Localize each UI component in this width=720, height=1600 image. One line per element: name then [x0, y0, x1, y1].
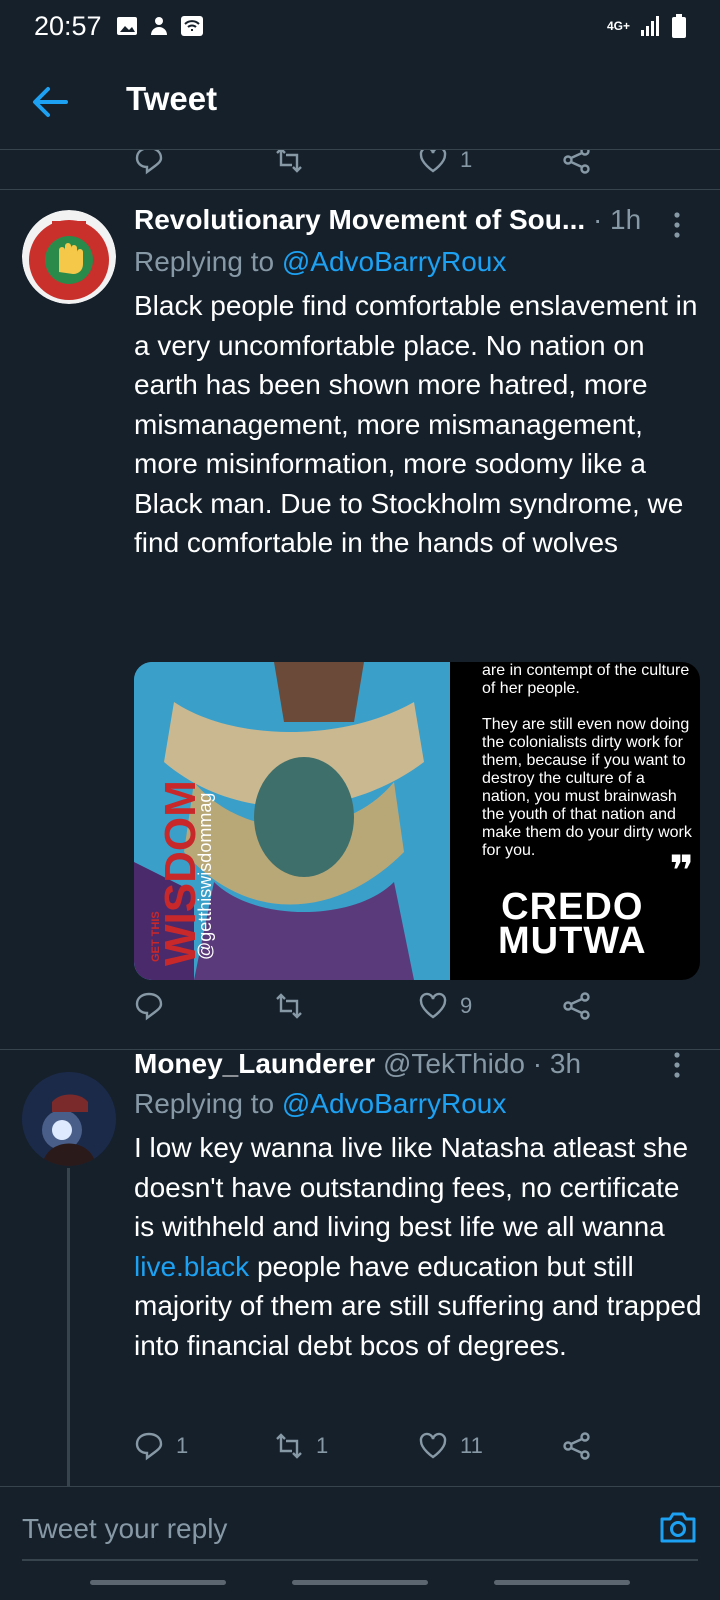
like-button[interactable]: 11	[418, 1431, 483, 1461]
nav-recents[interactable]	[90, 1580, 226, 1585]
tweet[interactable]: Revolutionary Movement of Sou... · 1h Re…	[0, 190, 720, 1050]
more-options-icon[interactable]	[672, 1052, 682, 1078]
thread-line	[67, 1168, 70, 1486]
back-arrow-icon[interactable]	[30, 82, 70, 122]
retweet-icon	[276, 993, 302, 1019]
like-button[interactable]: 1	[418, 146, 472, 175]
image-quote-panel: are in contempt of the culture of her pe…	[450, 662, 700, 980]
tweet-time: · 1h	[592, 204, 642, 235]
reply-count: 1	[176, 1433, 189, 1458]
tweet-link[interactable]: live.black	[134, 1251, 249, 1282]
share-icon	[563, 992, 590, 1020]
signal-icon	[641, 16, 659, 36]
rms-logo-icon	[22, 210, 116, 304]
share-button[interactable]	[562, 1431, 592, 1461]
retweet-icon	[276, 1433, 302, 1459]
quote-body: They are still even now doing the coloni…	[482, 716, 692, 859]
reply-icon	[135, 992, 163, 1021]
system-nav-bar	[0, 1572, 720, 1592]
tweet-time: · 3h	[532, 1048, 582, 1079]
like-count: 9	[460, 993, 473, 1018]
author-name[interactable]: Revolutionary Movement of Sou...	[134, 204, 585, 235]
like-count: 11	[460, 1433, 483, 1458]
quote-mark: ❞	[669, 847, 694, 894]
heart-icon	[419, 992, 447, 1019]
nav-home[interactable]	[292, 1580, 428, 1585]
app-bar: Tweet	[0, 52, 720, 150]
tweet-text: Black people find comfortable enslavemen…	[134, 290, 698, 558]
battery-icon	[672, 14, 686, 38]
heart-icon	[419, 1432, 447, 1459]
camera-icon[interactable]	[658, 1507, 698, 1547]
author-line-1: CREDO	[501, 886, 644, 928]
reply-icon	[135, 1432, 163, 1461]
retweet-button[interactable]	[274, 991, 304, 1021]
retweet-count: 1	[316, 1433, 329, 1458]
replying-label: Replying to	[134, 1088, 275, 1119]
network-type: 4G+	[606, 19, 630, 33]
status-time: 20:57	[34, 10, 102, 41]
quote-top: are in contempt of the culture of her pe…	[482, 662, 690, 697]
tweet-text: I low key wanna live like Natasha atleas…	[134, 1128, 704, 1365]
retweet-button[interactable]: 1	[274, 1431, 328, 1461]
tweet-text-part: I low key wanna live like Natasha atleas…	[134, 1132, 689, 1242]
brand-handle: @getthiswisdommag	[195, 792, 215, 960]
share-icon	[563, 146, 590, 174]
reply-composer	[0, 1486, 720, 1600]
page-title: Tweet	[126, 80, 218, 117]
avatar[interactable]	[22, 1072, 116, 1166]
replying-to-handle[interactable]: @AdvoBarryRoux	[282, 1088, 507, 1119]
gallery-icon	[116, 17, 137, 35]
tweet-image[interactable]: GET THIS WISDOM @getthiswisdommag are in…	[134, 662, 700, 980]
reply-button[interactable]: 1	[134, 1431, 188, 1461]
person-icon	[150, 17, 167, 35]
wifi-icon	[180, 16, 203, 36]
author-line-2: MUTWA	[498, 920, 647, 962]
like-button[interactable]: 9	[418, 991, 472, 1021]
previous-tweet-actions: 1	[0, 146, 720, 190]
retweet-icon	[276, 147, 302, 173]
share-button[interactable]	[562, 146, 592, 175]
like-count: 1	[460, 147, 473, 172]
share-icon	[563, 1432, 590, 1460]
reply-input[interactable]	[22, 1499, 698, 1561]
reply-icon	[135, 146, 163, 175]
share-button[interactable]	[562, 991, 592, 1021]
tweet[interactable]: Money_Launderer @TekThido · 3h Replying …	[0, 1048, 720, 1486]
more-options-icon[interactable]	[672, 212, 682, 238]
reply-button[interactable]	[134, 991, 164, 1021]
author-handle[interactable]: @TekThido	[383, 1048, 525, 1079]
quote-author: CREDO MUTWA	[498, 886, 647, 962]
reply-button[interactable]	[134, 146, 164, 175]
replying-to-handle[interactable]: @AdvoBarryRoux	[282, 246, 507, 277]
author-name[interactable]: Money_Launderer	[134, 1048, 375, 1079]
profile-photo-icon	[22, 1072, 116, 1166]
status-bar: 20:57 4G+	[0, 0, 720, 52]
retweet-button[interactable]	[274, 146, 304, 175]
nav-back[interactable]	[494, 1580, 630, 1585]
heart-icon	[419, 146, 447, 173]
avatar[interactable]	[22, 210, 116, 304]
image-photo: GET THIS WISDOM @getthiswisdommag	[134, 662, 450, 980]
replying-label: Replying to	[134, 246, 275, 277]
